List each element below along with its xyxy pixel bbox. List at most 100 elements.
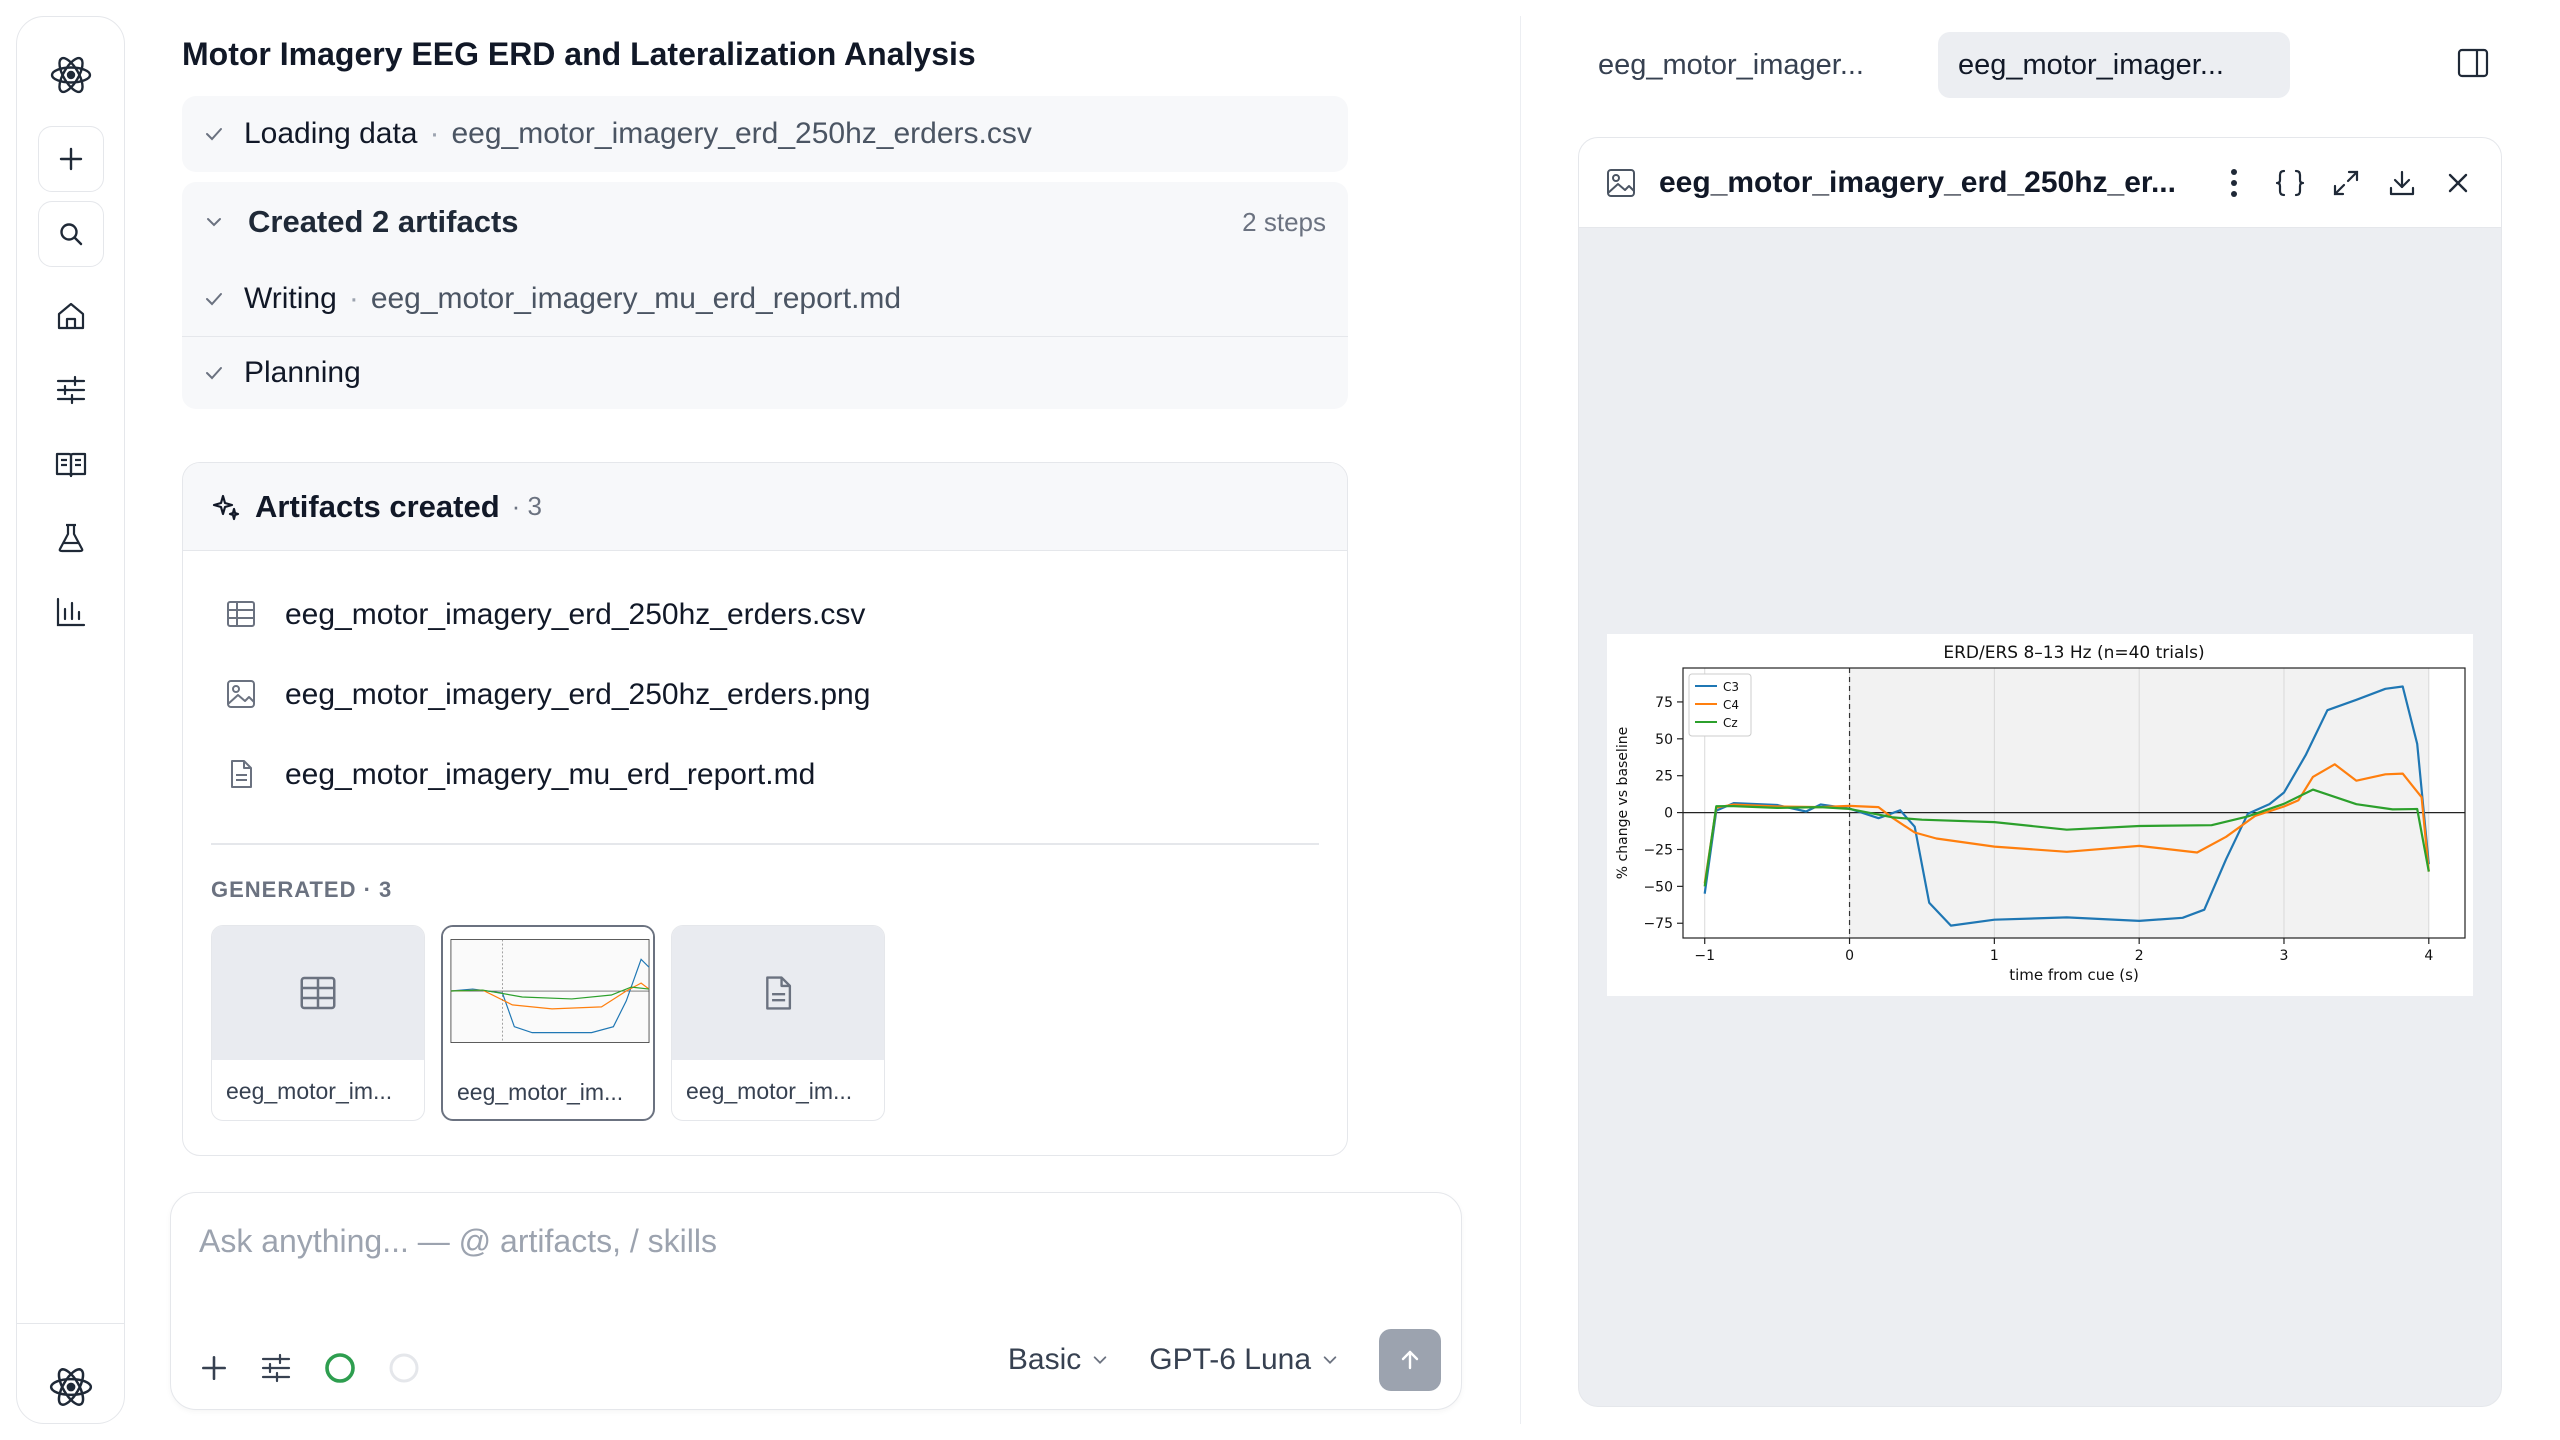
steps-list: Loading data · eeg_motor_imagery_erd_250… bbox=[182, 96, 1348, 409]
table-icon bbox=[225, 598, 259, 632]
y-axis-label: % change vs baseline bbox=[1615, 727, 1631, 879]
y-tick-label: 75 bbox=[1655, 695, 1673, 711]
step-label: Planning bbox=[244, 356, 361, 389]
table-icon bbox=[300, 976, 336, 1010]
thumbnail-md[interactable]: eeg_motor_im... bbox=[671, 925, 885, 1121]
y-tick-label: −50 bbox=[1643, 879, 1673, 895]
conversation-title: Motor Imagery EEG ERD and Lateralization… bbox=[182, 36, 976, 72]
chevron-down-icon bbox=[204, 212, 226, 232]
step-detail: eeg_motor_imagery_mu_erd_report.md bbox=[370, 282, 902, 315]
erd-chart: −1 0 1 2 3 4 −75 −50 −25 0 25 50 75 ERD/ERS 8–13 Hz … bbox=[1607, 634, 2473, 996]
artifacts-panel: Artifacts created · 3 eeg_motor_imagery_… bbox=[182, 462, 1348, 1156]
search-button[interactable] bbox=[38, 201, 104, 267]
group-title: Created 2 artifacts bbox=[248, 204, 519, 239]
x-axis-label: time from cue (s) bbox=[2009, 966, 2139, 984]
status-ring-empty-icon[interactable] bbox=[387, 1351, 421, 1385]
model-value: GPT-6 Luna bbox=[1149, 1343, 1311, 1376]
artifact-item-csv[interactable]: eeg_motor_imagery_erd_250hz_erders.csv bbox=[225, 575, 1347, 655]
x-tick-label: 2 bbox=[2135, 948, 2144, 964]
image-icon bbox=[225, 678, 259, 712]
sliders-icon[interactable] bbox=[44, 363, 98, 417]
separator-dot: · bbox=[348, 282, 359, 315]
more-vertical-icon[interactable] bbox=[2217, 166, 2251, 200]
legend-label: C3 bbox=[1723, 680, 1739, 694]
new-chat-button[interactable] bbox=[38, 126, 104, 192]
separator-dot: · bbox=[429, 117, 440, 150]
y-tick-label: 25 bbox=[1655, 769, 1673, 785]
artifact-name: eeg_motor_imagery_erd_250hz_erders.csv bbox=[285, 598, 866, 631]
legend-label: Cz bbox=[1723, 716, 1738, 730]
close-icon[interactable] bbox=[2441, 166, 2475, 200]
check-icon bbox=[204, 288, 226, 310]
document-icon bbox=[225, 758, 259, 792]
thumbnail-caption: eeg_motor_im... bbox=[686, 1077, 853, 1104]
chart-container: −1 0 1 2 3 4 −75 −50 −25 0 25 50 75 ERD/ERS 8–13 Hz … bbox=[1607, 634, 2473, 996]
x-tick-label: 4 bbox=[2424, 948, 2433, 964]
image-icon bbox=[1605, 167, 1637, 199]
x-tick-label: 0 bbox=[1845, 948, 1854, 964]
code-braces-icon[interactable] bbox=[2273, 166, 2307, 200]
generated-label: GENERATED · 3 bbox=[211, 877, 393, 902]
artifact-item-md[interactable]: eeg_motor_imagery_mu_erd_report.md bbox=[225, 735, 1347, 815]
thumbnail-csv[interactable]: eeg_motor_im... bbox=[211, 925, 425, 1121]
pane-divider[interactable] bbox=[1520, 16, 1521, 1424]
sparkle-icon bbox=[211, 492, 241, 522]
message-composer[interactable]: Ask anything... — @ artifacts, / skills … bbox=[170, 1192, 1462, 1410]
home-icon[interactable] bbox=[44, 289, 98, 343]
thumbnail-caption: eeg_motor_im... bbox=[226, 1077, 393, 1104]
composer-placeholder[interactable]: Ask anything... — @ artifacts, / skills bbox=[199, 1223, 717, 1260]
atom-account-icon[interactable] bbox=[41, 1357, 101, 1417]
atom-logo-icon[interactable] bbox=[41, 45, 101, 105]
group-header[interactable]: Created 2 artifacts 2 steps bbox=[182, 182, 1348, 262]
sidebar-toggle-icon[interactable] bbox=[2456, 46, 2492, 82]
book-icon[interactable] bbox=[44, 437, 98, 491]
step-planning[interactable]: Planning bbox=[182, 337, 1348, 409]
artifact-name: eeg_motor_imagery_erd_250hz_erders.png bbox=[285, 678, 871, 711]
y-tick-label: −75 bbox=[1643, 916, 1673, 932]
x-tick-label: −1 bbox=[1694, 948, 1715, 964]
x-tick-label: 3 bbox=[2280, 948, 2289, 964]
send-button[interactable] bbox=[1379, 1329, 1441, 1391]
viewer-title: eeg_motor_imagery_erd_250hz_er... bbox=[1659, 165, 2176, 199]
step-writing[interactable]: Writing · eeg_motor_imagery_mu_erd_repor… bbox=[182, 262, 1348, 336]
chart-thumbnail-image bbox=[443, 927, 653, 1061]
document-icon bbox=[766, 976, 792, 1010]
step-label: Writing bbox=[244, 282, 337, 315]
expand-icon[interactable] bbox=[2329, 166, 2363, 200]
artifact-step-group: Created 2 artifacts 2 steps Writing · ee… bbox=[182, 182, 1348, 409]
step-label: Loading data bbox=[244, 117, 418, 150]
arrow-up-icon bbox=[1401, 1350, 1419, 1370]
artifact-tab-2[interactable]: eeg_motor_imager... bbox=[1938, 32, 2290, 98]
chevron-down-icon bbox=[1321, 1351, 1339, 1369]
left-rail bbox=[16, 16, 125, 1424]
artifacts-count: · 3 bbox=[511, 491, 542, 521]
status-ring-green-icon[interactable] bbox=[323, 1351, 357, 1385]
y-tick-label: −25 bbox=[1643, 842, 1673, 858]
attach-plus-icon[interactable] bbox=[199, 1353, 229, 1383]
step-detail: eeg_motor_imagery_erd_250hz_erders.csv bbox=[451, 117, 1032, 150]
check-icon bbox=[204, 123, 226, 145]
x-tick-label: 1 bbox=[1990, 948, 1999, 964]
flask-icon[interactable] bbox=[44, 511, 98, 565]
artifact-name: eeg_motor_imagery_mu_erd_report.md bbox=[285, 758, 816, 791]
check-icon bbox=[204, 362, 226, 384]
download-icon[interactable] bbox=[2385, 166, 2419, 200]
model-select[interactable]: GPT-6 Luna bbox=[1149, 1343, 1339, 1377]
settings-sliders-icon[interactable] bbox=[259, 1351, 293, 1385]
plus-icon bbox=[59, 147, 83, 171]
group-step-count: 2 steps bbox=[1242, 206, 1326, 237]
search-icon bbox=[60, 223, 83, 246]
artifact-viewer: eeg_motor_imagery_erd_250hz_er... −1 0 1 2 3… bbox=[1578, 137, 2502, 1407]
thumbnail-caption: eeg_motor_im... bbox=[457, 1078, 624, 1105]
chevron-down-icon bbox=[1091, 1351, 1109, 1369]
step-loading-data[interactable]: Loading data · eeg_motor_imagery_erd_250… bbox=[182, 96, 1348, 172]
artifact-item-png[interactable]: eeg_motor_imagery_erd_250hz_erders.png bbox=[225, 655, 1347, 735]
mode-select[interactable]: Basic bbox=[1008, 1343, 1109, 1377]
rail-divider bbox=[17, 1323, 124, 1324]
mode-value: Basic bbox=[1007, 1343, 1082, 1376]
artifact-tab-1[interactable]: eeg_motor_imager... bbox=[1578, 32, 1884, 98]
thumbnail-png[interactable]: eeg_motor_im... bbox=[441, 925, 655, 1121]
chart-icon[interactable] bbox=[44, 585, 98, 639]
chart-title: ERD/ERS 8–13 Hz (n=40 trials) bbox=[1943, 643, 2204, 663]
y-tick-label: 50 bbox=[1655, 732, 1673, 748]
